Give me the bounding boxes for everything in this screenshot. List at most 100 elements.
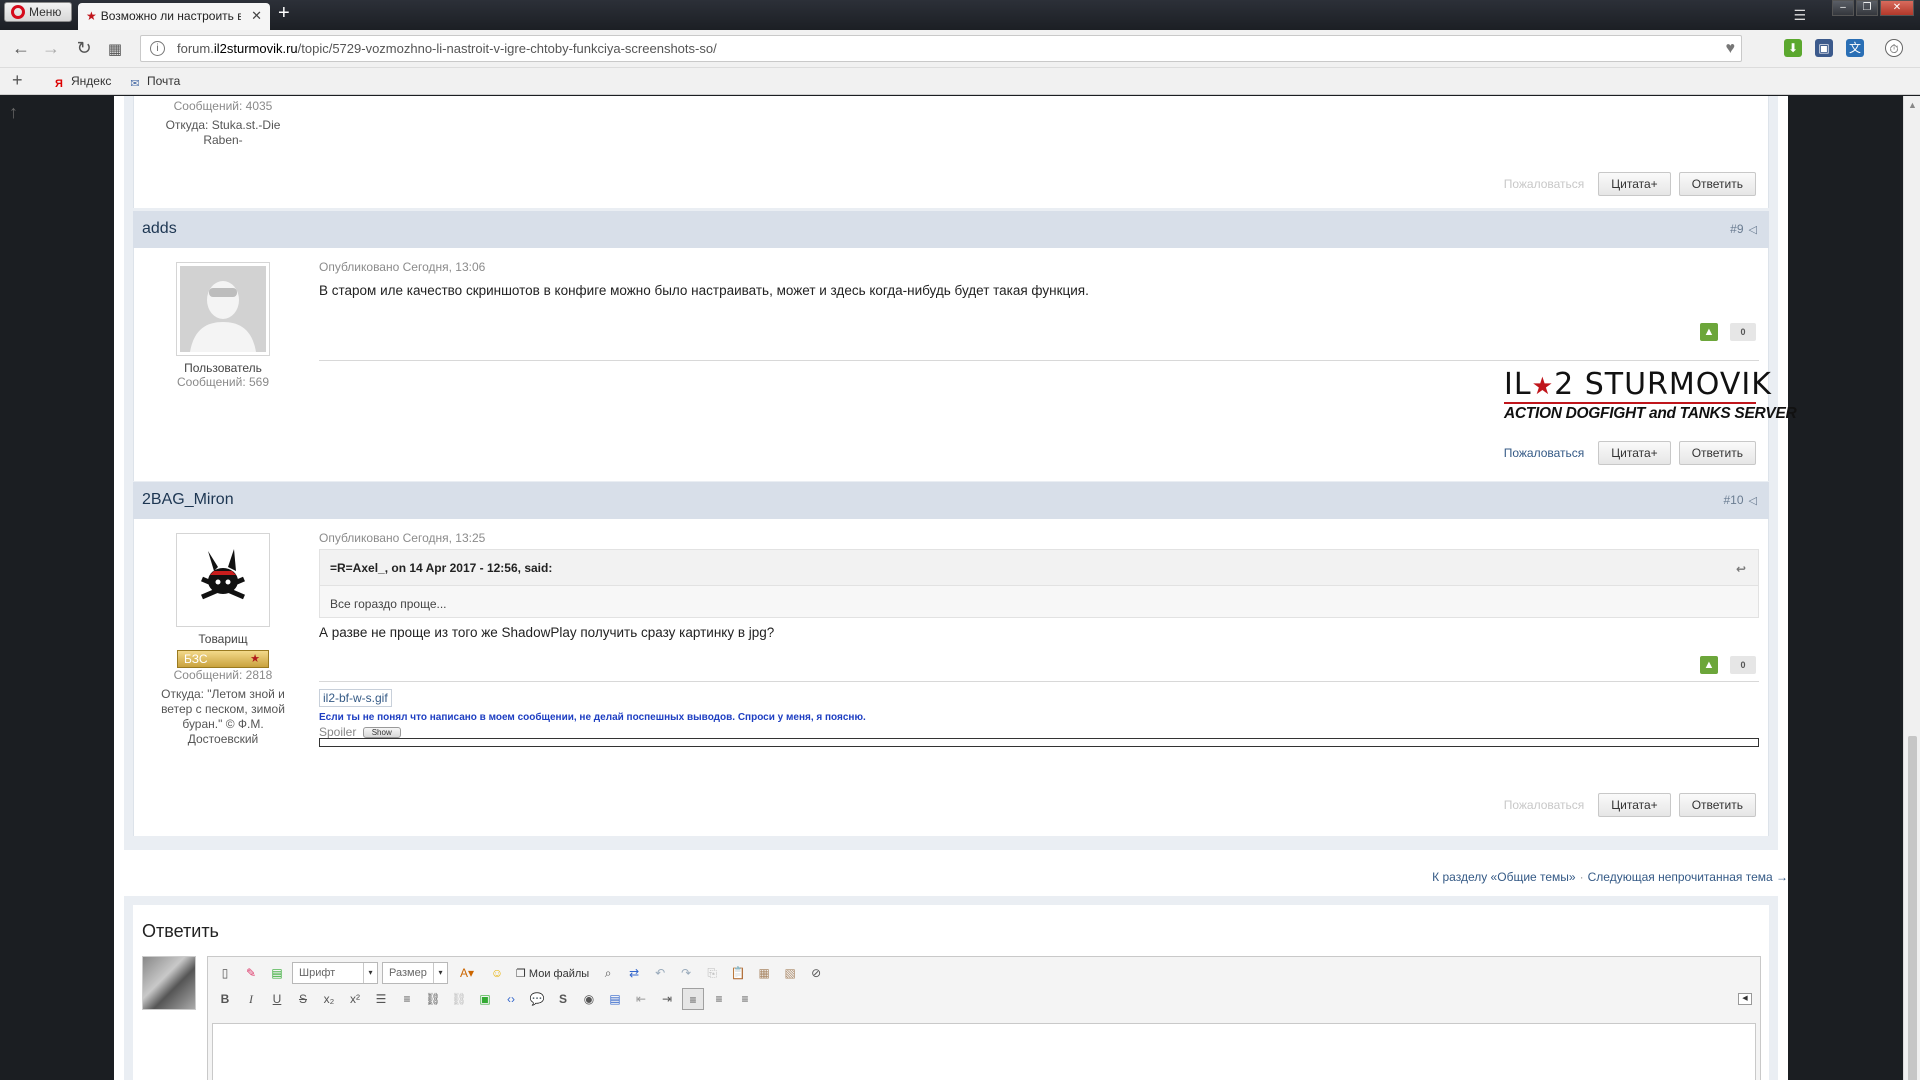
share-icon[interactable]: ◁ xyxy=(1749,494,1757,507)
bullet-list-icon[interactable]: ☰ xyxy=(370,988,392,1010)
toolbar-collapse-icon[interactable]: ◀ xyxy=(1738,993,1752,1005)
link-icon[interactable]: ⛓ xyxy=(422,988,444,1010)
copy-icon[interactable]: ⎘ xyxy=(701,962,723,984)
back-icon[interactable]: ← xyxy=(10,38,32,59)
post-10-actions: Пожаловаться Цитата+ Ответить xyxy=(1504,793,1756,817)
paste-icon[interactable]: 📋 xyxy=(727,962,749,984)
align-center-icon[interactable]: ≡ xyxy=(708,988,730,1010)
browser-tab-active[interactable]: ★Возможно ли настроить в игре чтобы функ… xyxy=(78,3,270,30)
underline-icon[interactable]: U xyxy=(266,988,288,1010)
post-number-link[interactable]: #9 ◁ xyxy=(1730,222,1757,236)
tab-close-icon[interactable]: ✕ xyxy=(251,8,262,24)
scroll-up-arrow-icon[interactable]: ▲ xyxy=(1908,100,1917,110)
paste-plain-icon[interactable]: ▦ xyxy=(753,962,775,984)
outdent-icon[interactable]: ⇤ xyxy=(630,988,652,1010)
quote-plus-button[interactable]: Цитата+ xyxy=(1598,441,1671,465)
media-icon[interactable]: ◉ xyxy=(578,988,600,1010)
align-left-icon[interactable]: ≡ xyxy=(682,988,704,1010)
add-bookmark-icon[interactable]: + xyxy=(12,70,23,91)
image-icon[interactable]: ▣ xyxy=(474,988,496,1010)
bold-icon[interactable]: B xyxy=(214,988,236,1010)
report-link[interactable]: Пожаловаться xyxy=(1504,177,1585,191)
unlink-icon[interactable]: ⛓ xyxy=(448,988,470,1010)
text-color-icon[interactable]: A▾ xyxy=(452,962,482,984)
bookmark-heart-icon[interactable]: ♥ xyxy=(1726,36,1736,61)
scrollbar-thumb[interactable] xyxy=(1908,736,1917,1080)
signature-image-link[interactable]: il2-bf-w-s.gif xyxy=(319,689,392,707)
close-window-button[interactable]: ✕ xyxy=(1880,0,1914,16)
source-mode-icon[interactable]: ▯ xyxy=(214,962,236,984)
translate-extension-icon[interactable]: 文 xyxy=(1846,39,1864,57)
paste-text-icon[interactable]: ▤ xyxy=(266,962,288,984)
redo-icon[interactable]: ↷ xyxy=(675,962,697,984)
extension-icon[interactable]: ▣ xyxy=(1815,39,1833,57)
report-link[interactable]: Пожаловаться xyxy=(1504,446,1585,460)
spoiler-content xyxy=(319,738,1759,747)
avatar[interactable] xyxy=(176,533,270,627)
minimize-button[interactable]: – xyxy=(1832,0,1854,16)
rich-text-editor: ▯ ✎ ▤ Шрифт ▾ Размер ▾ A▾ ☺ ❐ Мои файлы ⌕ … xyxy=(207,956,1761,1080)
code-icon[interactable]: ‹› xyxy=(500,988,522,1010)
spoiler-icon[interactable]: S xyxy=(552,988,574,1010)
remove-format-icon[interactable]: ✎ xyxy=(240,962,262,984)
forward-icon[interactable]: → xyxy=(40,38,62,59)
subscript-icon[interactable]: x₂ xyxy=(318,988,340,1010)
back-to-section-link[interactable]: К разделу «Общие темы» xyxy=(1432,870,1575,884)
page-scrollbar[interactable]: ▲ xyxy=(1903,96,1920,1080)
address-bar[interactable]: i forum.il2sturmovik.ru/topic/5729-vozmo… xyxy=(140,35,1742,62)
next-unread-topic-link[interactable]: Следующая непрочитанная тема → xyxy=(1588,870,1788,884)
superscript-icon[interactable]: x² xyxy=(344,988,366,1010)
embed-icon[interactable]: ▤ xyxy=(604,988,626,1010)
reply-textarea[interactable] xyxy=(212,1023,1756,1080)
download-extension-icon[interactable]: ⬇ xyxy=(1784,39,1802,57)
site-info-icon[interactable]: i xyxy=(150,41,165,56)
quote-jump-icon[interactable]: ↩ xyxy=(1736,562,1746,576)
align-right-icon[interactable]: ≡ xyxy=(734,988,756,1010)
bookmark-mail[interactable]: ✉ Почта xyxy=(128,74,180,91)
post-number-link[interactable]: #10 ◁ xyxy=(1724,493,1758,507)
post-author-link[interactable]: 2BAG_Miron xyxy=(142,491,234,509)
reload-icon[interactable]: ↻ xyxy=(73,38,95,59)
reply-button[interactable]: Ответить xyxy=(1678,172,1756,196)
reply-button[interactable]: Ответить xyxy=(1678,793,1756,817)
spellcheck-icon[interactable]: ⊘ xyxy=(805,962,827,984)
share-icon[interactable]: ◁ xyxy=(1749,223,1757,236)
chevron-down-icon: ▾ xyxy=(363,963,377,983)
signature-server-logo[interactable]: IL★2 STURMOVIK ACTION DOGFIGHT and TANKS… xyxy=(1504,370,1797,422)
font-size-select[interactable]: Размер ▾ xyxy=(382,962,448,984)
strikethrough-icon[interactable]: S xyxy=(292,988,314,1010)
history-icon[interactable]: ⏱ xyxy=(1885,39,1903,57)
replace-icon[interactable]: ⇄ xyxy=(623,962,645,984)
numbered-list-icon[interactable]: ≡ xyxy=(396,988,418,1010)
report-link[interactable]: Пожаловаться xyxy=(1504,798,1585,812)
new-tab-button[interactable]: + xyxy=(278,3,290,23)
find-icon[interactable]: ⌕ xyxy=(597,962,619,984)
font-family-select[interactable]: Шрифт ▾ xyxy=(292,962,378,984)
quote-icon[interactable]: 💬 xyxy=(526,988,548,1010)
emoticon-icon[interactable]: ☺ xyxy=(486,962,508,984)
scroll-to-top-icon[interactable]: ↑ xyxy=(9,102,18,123)
reputation-vote: ▲ 0 xyxy=(1700,323,1756,341)
quote-plus-button[interactable]: Цитата+ xyxy=(1598,172,1671,196)
indent-icon[interactable]: ⇥ xyxy=(656,988,678,1010)
bookmark-label: Яндекс xyxy=(71,74,112,88)
undo-icon[interactable]: ↶ xyxy=(649,962,671,984)
maximize-button[interactable]: ❐ xyxy=(1856,0,1878,16)
avatar[interactable] xyxy=(176,262,270,356)
speed-dial-icon[interactable]: ▦ xyxy=(104,40,126,58)
tab-menu-icon[interactable]: ☰ xyxy=(1793,7,1806,24)
spoiler-show-button[interactable]: Show xyxy=(362,727,401,738)
vote-up-icon[interactable]: ▲ xyxy=(1700,656,1718,674)
nav-separator: · xyxy=(1579,870,1584,884)
post-author-link[interactable]: adds xyxy=(142,220,177,238)
sig-logo-sturmovik: 2 STURMOVIK xyxy=(1554,367,1772,402)
vote-up-icon[interactable]: ▲ xyxy=(1700,323,1718,341)
paste-word-icon[interactable]: ▧ xyxy=(779,962,801,984)
opera-menu-button[interactable]: Меню xyxy=(4,2,72,22)
italic-icon[interactable]: I xyxy=(240,988,262,1010)
user-location: Откуда: "Летом зной и ветер с песком, зи… xyxy=(161,687,285,746)
quote-plus-button[interactable]: Цитата+ xyxy=(1598,793,1671,817)
bookmark-yandex[interactable]: Я Яндекс xyxy=(52,74,111,91)
reply-button[interactable]: Ответить xyxy=(1678,441,1756,465)
my-files-button[interactable]: ❐ Мои файлы xyxy=(512,967,593,980)
